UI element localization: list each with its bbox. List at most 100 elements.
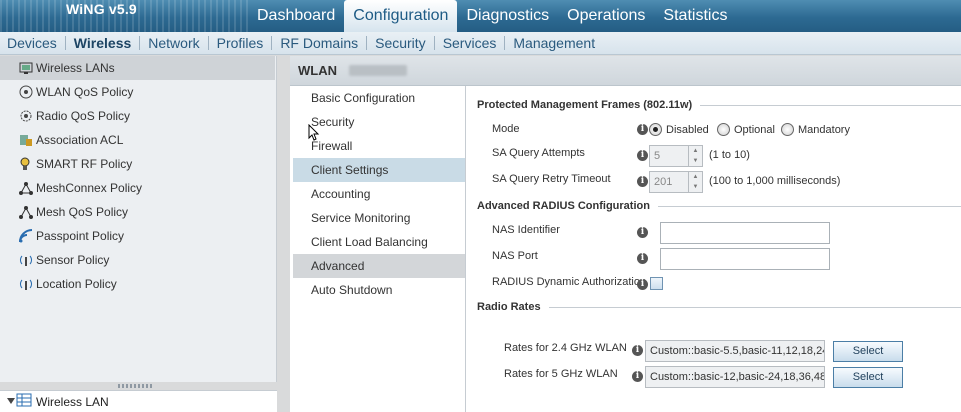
expand-arrow-icon[interactable] xyxy=(6,395,16,409)
divider xyxy=(139,36,141,50)
info-icon[interactable]: i xyxy=(632,371,643,382)
sub-nav: Devices Wireless Network Profiles RF Dom… xyxy=(0,32,961,55)
tab-auto-shutdown[interactable]: Auto Shutdown xyxy=(293,278,465,302)
select-rates-5-button[interactable]: Select xyxy=(833,367,903,388)
sidebar-item-radio-qos[interactable]: Radio QoS Policy xyxy=(0,104,275,128)
radio-mandatory[interactable]: Mandatory xyxy=(781,123,850,136)
sidebar-item-wlan-qos[interactable]: WLAN QoS Policy xyxy=(0,80,275,104)
tree-item-label[interactable]: Wireless LAN xyxy=(36,395,109,409)
radio-dot-icon xyxy=(781,123,794,136)
divider xyxy=(271,36,273,50)
nas-identifier-input[interactable] xyxy=(660,222,830,244)
sidebar-item-association-acl[interactable]: Association ACL xyxy=(0,128,275,152)
subnav-services[interactable]: Services xyxy=(443,35,497,51)
dyn-auth-label: RADIUS Dynamic Authorization xyxy=(492,276,647,288)
arrow-down-icon[interactable]: ▼ xyxy=(689,156,702,166)
top-nav: Dashboard Configuration Diagnostics Oper… xyxy=(248,0,736,32)
sidebar-item-label: Passpoint Policy xyxy=(36,229,125,243)
section-radio-rates: Radio Rates xyxy=(477,301,961,313)
mesh-qos-icon xyxy=(18,204,34,220)
stepper-arrows[interactable]: ▲ ▼ xyxy=(688,146,702,166)
tab-basic-configuration[interactable]: Basic Configuration xyxy=(293,86,465,110)
redacted-wlan-name xyxy=(349,65,407,76)
tab-operations[interactable]: Operations xyxy=(558,0,654,32)
arrow-up-icon[interactable]: ▲ xyxy=(689,146,702,156)
nas-identifier-label: NAS Identifier xyxy=(492,224,560,236)
nas-port-input[interactable] xyxy=(660,248,830,270)
tab-client-settings[interactable]: Client Settings xyxy=(293,158,465,182)
sidebar-item-label: Mesh QoS Policy xyxy=(36,205,129,219)
sidebar-item-location[interactable]: Location Policy xyxy=(0,272,275,296)
tab-accounting[interactable]: Accounting xyxy=(293,182,465,206)
sidebar-item-passpoint[interactable]: Passpoint Policy xyxy=(0,224,275,248)
select-rates-24-button[interactable]: Select xyxy=(833,341,903,362)
arrow-down-icon[interactable]: ▼ xyxy=(689,182,702,192)
divider xyxy=(433,36,435,50)
sidebar-item-meshconnex[interactable]: MeshConnex Policy xyxy=(0,176,275,200)
policy-list: Wireless LANs WLAN QoS Policy Radio QoS … xyxy=(0,56,275,296)
rates-5-field[interactable]: Custom::basic-12,basic-24,18,36,48,54 xyxy=(645,366,825,388)
resize-grip[interactable] xyxy=(118,384,154,388)
rates-24-label: Rates for 2.4 GHz WLAN xyxy=(504,342,627,354)
acl-icon xyxy=(18,132,34,148)
sa-attempts-range: (1 to 10) xyxy=(709,149,750,161)
tab-configuration[interactable]: Configuration xyxy=(344,0,458,32)
left-panel: Wireless LANs WLAN QoS Policy Radio QoS … xyxy=(0,56,277,388)
radio-qos-icon xyxy=(18,108,34,124)
radio-label: Mandatory xyxy=(798,123,850,136)
main-panel: WLAN Basic Configuration Security Firewa… xyxy=(290,56,961,412)
dyn-auth-checkbox[interactable] xyxy=(650,277,663,290)
radio-disabled[interactable]: Disabled xyxy=(649,123,709,136)
subnav-rf-domains[interactable]: RF Domains xyxy=(280,35,358,51)
info-icon[interactable]: i xyxy=(632,345,643,356)
sidebar-item-label: Association ACL xyxy=(36,133,124,147)
subnav-management[interactable]: Management xyxy=(513,35,595,51)
info-icon[interactable]: i xyxy=(637,253,648,264)
sidebar-item-label: SMART RF Policy xyxy=(36,157,133,171)
tab-diagnostics[interactable]: Diagnostics xyxy=(457,0,558,32)
subnav-profiles[interactable]: Profiles xyxy=(217,35,264,51)
section-title: Advanced RADIUS Configuration xyxy=(477,200,650,212)
sidebar-item-smart-rf[interactable]: SMART RF Policy xyxy=(0,152,275,176)
subnav-devices[interactable]: Devices xyxy=(7,35,57,51)
divider xyxy=(366,36,368,50)
info-icon[interactable]: i xyxy=(637,124,648,135)
sa-timeout-stepper[interactable]: 201 ▲ ▼ xyxy=(649,171,703,193)
info-icon[interactable]: i xyxy=(637,150,648,161)
tab-dashboard[interactable]: Dashboard xyxy=(248,0,344,32)
radio-label: Disabled xyxy=(666,123,709,136)
radio-dot-icon xyxy=(649,123,662,136)
tab-service-monitoring[interactable]: Service Monitoring xyxy=(293,206,465,230)
subnav-security[interactable]: Security xyxy=(375,35,426,51)
wlan-icon xyxy=(18,60,34,76)
rates-24-field[interactable]: Custom::basic-5.5,basic-11,12,18,24,36,4… xyxy=(645,340,825,362)
subnav-network[interactable]: Network xyxy=(148,35,199,51)
radio-optional[interactable]: Optional xyxy=(717,123,775,136)
section-title: Radio Rates xyxy=(477,301,541,313)
table-icon xyxy=(16,393,32,410)
info-icon[interactable]: i xyxy=(637,176,648,187)
panel-header: WLAN xyxy=(290,56,961,86)
subnav-wireless[interactable]: Wireless xyxy=(74,35,131,51)
tab-client-load-balancing[interactable]: Client Load Balancing xyxy=(293,230,465,254)
tab-statistics[interactable]: Statistics xyxy=(654,0,736,32)
sidebar-item-mesh-qos[interactable]: Mesh QoS Policy xyxy=(0,200,275,224)
sa-attempts-label: SA Query Attempts xyxy=(492,147,585,159)
passpoint-icon xyxy=(18,228,34,244)
top-bar: WiNG v5.9 Dashboard Configuration Diagno… xyxy=(0,0,961,32)
brand-title: WiNG v5.9 xyxy=(66,1,137,17)
radio-label: Optional xyxy=(734,123,775,136)
sa-attempts-stepper[interactable]: 5 ▲ ▼ xyxy=(649,145,703,167)
stepper-value: 201 xyxy=(654,176,673,188)
location-icon xyxy=(18,276,34,292)
tab-advanced[interactable]: Advanced xyxy=(293,254,465,278)
info-icon[interactable]: i xyxy=(637,279,648,290)
arrow-up-icon[interactable]: ▲ xyxy=(689,172,702,182)
info-icon[interactable]: i xyxy=(637,227,648,238)
sidebar-item-label: MeshConnex Policy xyxy=(36,181,143,195)
sidebar-item-wireless-lans[interactable]: Wireless LANs xyxy=(0,56,275,80)
nas-port-label: NAS Port xyxy=(492,250,538,262)
stepper-arrows[interactable]: ▲ ▼ xyxy=(688,172,702,192)
sidebar-item-sensor[interactable]: Sensor Policy xyxy=(0,248,275,272)
divider xyxy=(64,36,66,50)
